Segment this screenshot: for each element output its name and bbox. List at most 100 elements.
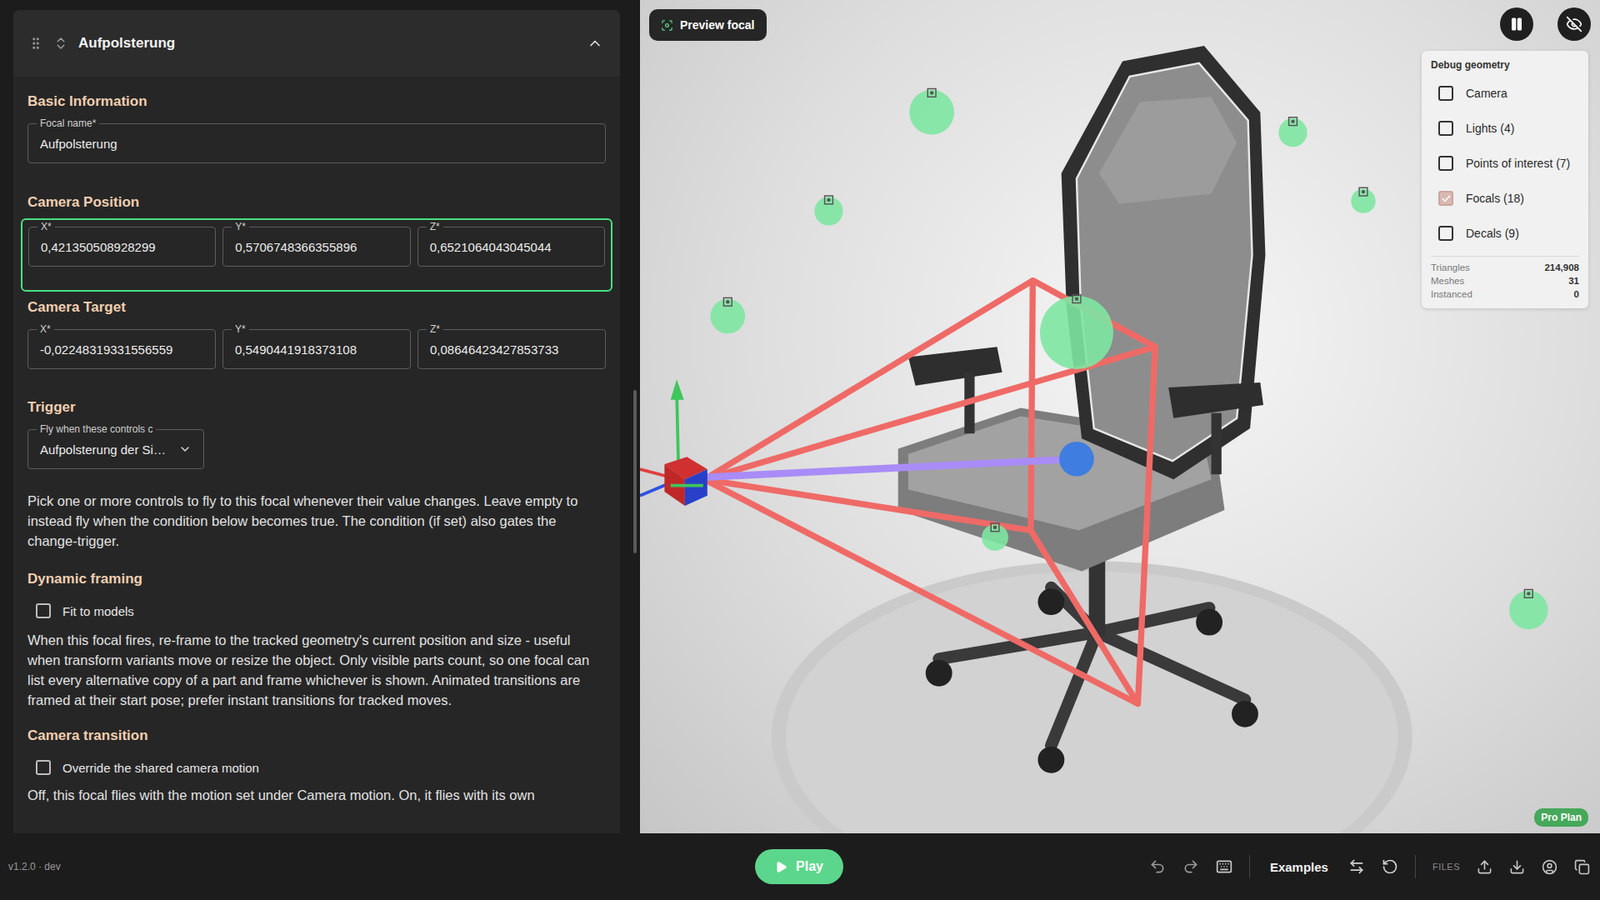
reorder-icon[interactable] (53, 35, 69, 51)
separator (1249, 855, 1250, 879)
pause-button[interactable] (1500, 7, 1534, 41)
checkbox[interactable] (1438, 190, 1454, 206)
pause-icon (1509, 16, 1525, 32)
redo-icon[interactable] (1182, 858, 1200, 875)
card-header[interactable]: Aufpolsterung (13, 10, 620, 77)
checkbox-label: Override the shared camera motion (62, 760, 260, 775)
chair-icon (898, 45, 1266, 774)
checkbox[interactable] (35, 603, 51, 619)
card-body: Basic InformationFocal name*Aufpolsterun… (13, 76, 620, 805)
debug-item[interactable]: Decals (9) (1430, 215, 1580, 251)
play-button[interactable]: Play (755, 849, 844, 885)
download-icon[interactable] (1509, 859, 1525, 875)
card-title: Aufpolsterung (78, 35, 577, 52)
camera-target[interactable] (1059, 441, 1095, 477)
focal-card: Aufpolsterung Basic Information Focal name… (13, 10, 620, 834)
help-text: Off, this focal flies with the motion se… (27, 785, 606, 805)
examples-button[interactable]: Examples (1266, 856, 1332, 878)
stats: Triangles214,908Meshes31Instanced0 (1430, 255, 1580, 300)
toolbar: ExamplesFILES (843, 855, 1590, 879)
account-icon[interactable] (1541, 859, 1558, 875)
collapse-icon[interactable] (586, 35, 604, 52)
field-label: Y* (231, 220, 250, 233)
field-label: X* (36, 323, 55, 335)
section-title: Camera Target (27, 298, 606, 317)
field-label: X* (37, 220, 55, 233)
field-value: 0,08646423427853733 (430, 342, 594, 357)
plan-badge: Pro Plan (1534, 808, 1589, 827)
coordinate-field[interactable]: X*-0,02248319331556559 (27, 329, 216, 370)
section-title: Camera Position (27, 193, 606, 212)
debug-item[interactable]: Lights (4) (1430, 110, 1580, 146)
focal-editor-panel: Aufpolsterung Basic Information Focal name… (0, 0, 640, 834)
stat-row: Instanced0 (1430, 288, 1580, 300)
field-value: Aufpolsterung (40, 136, 594, 151)
field-value: 0,421350508928299 (40, 240, 204, 255)
coordinate-field[interactable]: X*0,421350508928299 (28, 226, 216, 267)
play-icon (775, 860, 788, 874)
version-label: v1.2.0 · dev (8, 860, 755, 873)
bottom-bar: v1.2.0 · devPlayExamplesFILES (0, 833, 1600, 900)
debug-geometry-panel: Debug geometry CameraLights (4)Points of … (1421, 50, 1589, 309)
focal-name-field[interactable]: Focal name*Aufpolsterung (27, 123, 606, 164)
coordinate-field[interactable]: Z*0,08646423427853733 (417, 329, 606, 370)
section-title: Dynamic framing (27, 570, 606, 589)
checkbox[interactable] (35, 760, 51, 775)
field-value: -0,02248319331556559 (40, 342, 204, 357)
debug-item[interactable]: Camera (1430, 75, 1580, 111)
reset-icon[interactable] (1381, 858, 1399, 875)
panel-title: Debug geometry (1430, 59, 1580, 71)
app: Aufpolsterung Basic Information Focal name… (0, 0, 1600, 900)
focal-marker[interactable] (1278, 117, 1307, 147)
field-label: Fly when these controls c (36, 423, 156, 435)
viewport[interactable]: Preview focal Debug geometry CameraLights … (640, 0, 1600, 834)
help-text: Pick one or more controls to fly to this… (27, 490, 606, 551)
preview-focal-button[interactable]: Preview focal (649, 9, 767, 41)
field-value: Aufpolsterung der Si… (40, 442, 172, 457)
check-icon (1440, 193, 1452, 205)
drag-handle-icon[interactable] (28, 35, 44, 51)
debug-item[interactable]: Focals (18) (1430, 180, 1580, 216)
stat-row: Meshes31 (1430, 275, 1580, 287)
upload-icon[interactable] (1476, 859, 1493, 875)
swap-icon[interactable] (1348, 858, 1365, 875)
field-value: 0,5490441918373108 (235, 342, 399, 357)
section-title: Basic Information (27, 92, 606, 111)
coordinate-field[interactable]: Y*0,5490441918373108 (222, 329, 411, 370)
hide-overlay-button[interactable] (1557, 7, 1591, 41)
focal-marker[interactable] (1509, 589, 1549, 630)
checkbox-row[interactable]: Fit to models (27, 603, 606, 619)
focal-marker[interactable] (981, 523, 1009, 551)
coordinate-field[interactable]: Y*0,5706748366355896 (222, 226, 410, 267)
checkbox[interactable] (1438, 225, 1454, 241)
field-value: 0,6521064043045044 (430, 240, 593, 255)
camera-frustum (704, 280, 1155, 705)
section-title: Camera transition (27, 726, 606, 745)
copy-icon[interactable] (1574, 859, 1590, 875)
focal-marker[interactable] (814, 195, 843, 225)
focal-marker[interactable] (710, 297, 745, 334)
trigger-select[interactable]: Fly when these controls cAufpolsterung d… (27, 429, 205, 470)
section-title: Trigger (27, 398, 606, 417)
focus-icon (660, 19, 674, 32)
debug-item[interactable]: Points of interest (7) (1430, 145, 1580, 181)
main-area: Aufpolsterung Basic Information Focal name… (0, 0, 1600, 834)
checkbox[interactable] (1438, 120, 1454, 136)
focal-marker[interactable] (909, 88, 955, 135)
keyboard-icon[interactable] (1215, 858, 1233, 875)
transform-gizmo[interactable] (640, 379, 708, 506)
field-label: Focal name* (36, 117, 100, 130)
checkbox[interactable] (1438, 85, 1454, 101)
field-value: 0,5706748366355896 (235, 240, 398, 255)
camera-target-fields: X*-0,02248319331556559Y*0,54904419183731… (27, 329, 606, 370)
coordinate-field[interactable]: Z*0,6521064043045044 (417, 226, 605, 267)
checkbox[interactable] (1438, 155, 1454, 171)
scrollbar[interactable] (633, 390, 637, 554)
field-label: Z* (426, 220, 444, 233)
field-label: Z* (426, 323, 444, 335)
checkbox-row[interactable]: Override the shared camera motion (27, 760, 606, 775)
caret-down-icon (178, 442, 192, 456)
focal-marker[interactable] (1040, 295, 1114, 370)
undo-icon[interactable] (1149, 858, 1166, 875)
focal-marker[interactable] (1350, 187, 1375, 214)
